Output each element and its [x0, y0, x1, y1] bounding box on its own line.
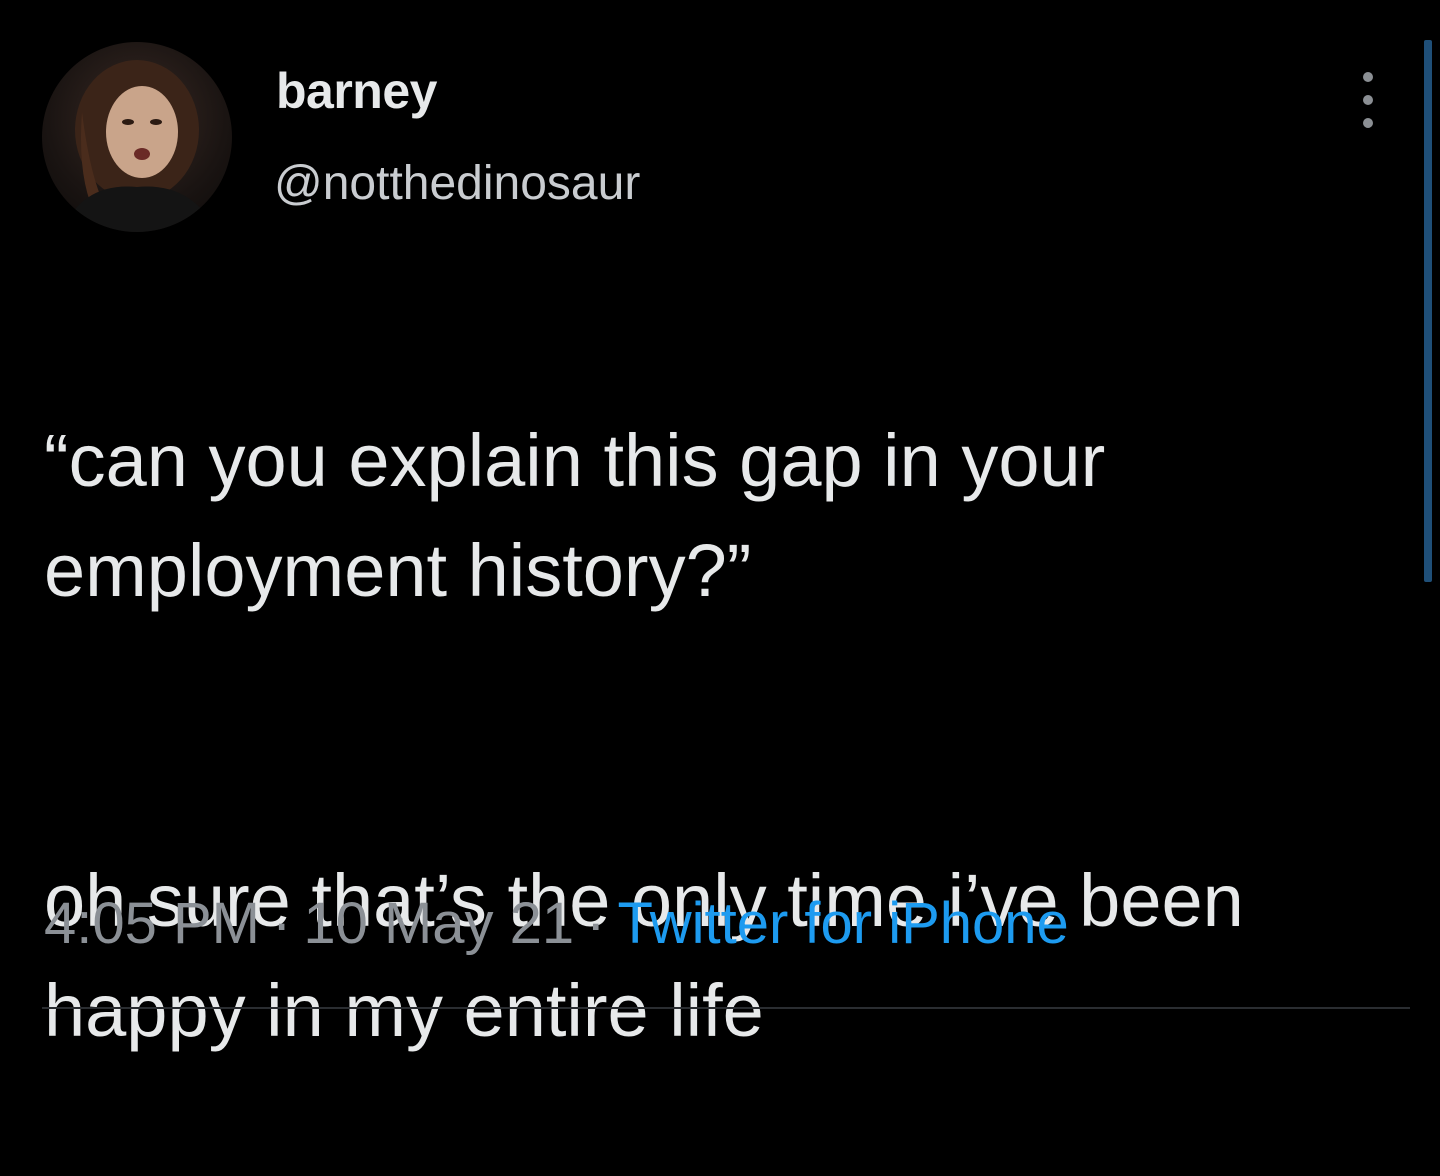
- dot: [1363, 72, 1373, 82]
- separator: ·: [272, 891, 292, 956]
- divider: [42, 1007, 1410, 1009]
- tweet-date[interactable]: 10 May 21: [303, 891, 574, 956]
- separator: ·: [586, 891, 606, 956]
- more-options-icon[interactable]: [1350, 72, 1386, 128]
- profile-photo: [62, 60, 217, 232]
- avatar[interactable]: [42, 42, 232, 232]
- tweet: barney @notthedinosaur “can you explain …: [0, 0, 1440, 1052]
- user-handle[interactable]: @notthedinosaur: [274, 156, 640, 211]
- scrollbar-thumb[interactable]: [1424, 40, 1432, 582]
- tweet-source-link[interactable]: Twitter for iPhone: [617, 891, 1068, 956]
- tweet-text: “can you explain this gap in your employ…: [44, 296, 1404, 1176]
- tweet-paragraph: “can you explain this gap in your employ…: [44, 419, 1106, 612]
- dot: [1363, 118, 1373, 128]
- tweet-meta: 4:05 PM · 10 May 21 · Twitter for iPhone: [44, 890, 1069, 957]
- display-name[interactable]: barney: [276, 62, 437, 120]
- tweet-time[interactable]: 4:05 PM: [44, 891, 260, 956]
- dot: [1363, 95, 1373, 105]
